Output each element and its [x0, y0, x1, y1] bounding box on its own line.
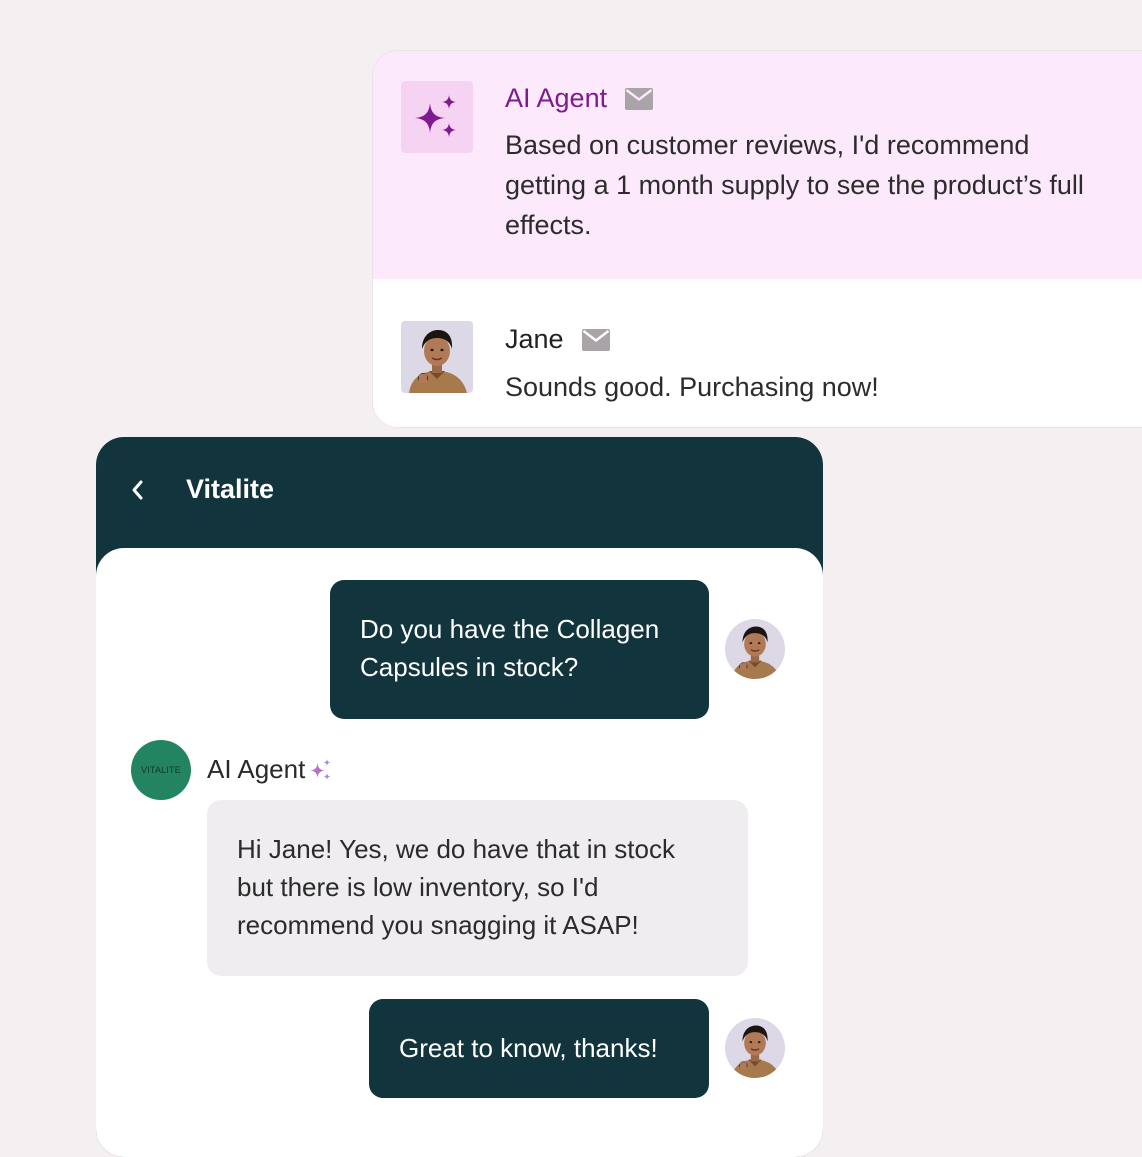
chat-message-list[interactable]: Do you have the Collagen Capsules in sto… — [96, 548, 823, 1157]
customer-message-bubble: Great to know, thanks! — [369, 999, 709, 1098]
chat-title: Vitalite — [186, 474, 275, 504]
agent-email-text: Based on customer reviews, I'd recommend… — [505, 130, 1084, 240]
sparkles-icon — [310, 758, 331, 780]
agent-name-label: AI Agent — [207, 754, 333, 785]
agent-message-bubble: Hi Jane! Yes, we do have that in stock b… — [207, 800, 748, 976]
customer-avatar — [725, 1018, 785, 1078]
customer-avatar — [401, 321, 473, 393]
customer-email-text: Sounds good. Purchasing now! — [505, 372, 879, 402]
agent-email-sender: AI Agent — [505, 83, 654, 114]
agent-sender-name: AI Agent — [505, 83, 608, 113]
customer-avatar — [725, 619, 785, 679]
customer-message-bubble: Do you have the Collagen Capsules in sto… — [330, 580, 709, 719]
customer-email-sender: Jane — [505, 324, 610, 355]
chat-window: Vitalite Do you have the Collagen Capsul… — [96, 437, 823, 1157]
brand-avatar: VITALITE — [131, 740, 191, 800]
chevron-left-icon — [132, 480, 143, 500]
mail-icon — [625, 87, 654, 110]
mail-icon — [581, 328, 610, 351]
agent-name: AI Agent — [207, 754, 306, 784]
chat-header: Vitalite — [96, 437, 823, 549]
customer-sender-name: Jane — [505, 324, 564, 354]
sparkles-icon — [415, 95, 456, 137]
agent-email-message[interactable]: AI Agent Based on customer reviews, I'd … — [373, 51, 1142, 279]
customer-email-message[interactable]: Jane Sounds good. Purchasing now! — [373, 279, 1142, 427]
ai-agent-badge — [401, 81, 473, 153]
back-button[interactable] — [122, 475, 152, 505]
email-thread-card: AI Agent Based on customer reviews, I'd … — [372, 50, 1142, 428]
